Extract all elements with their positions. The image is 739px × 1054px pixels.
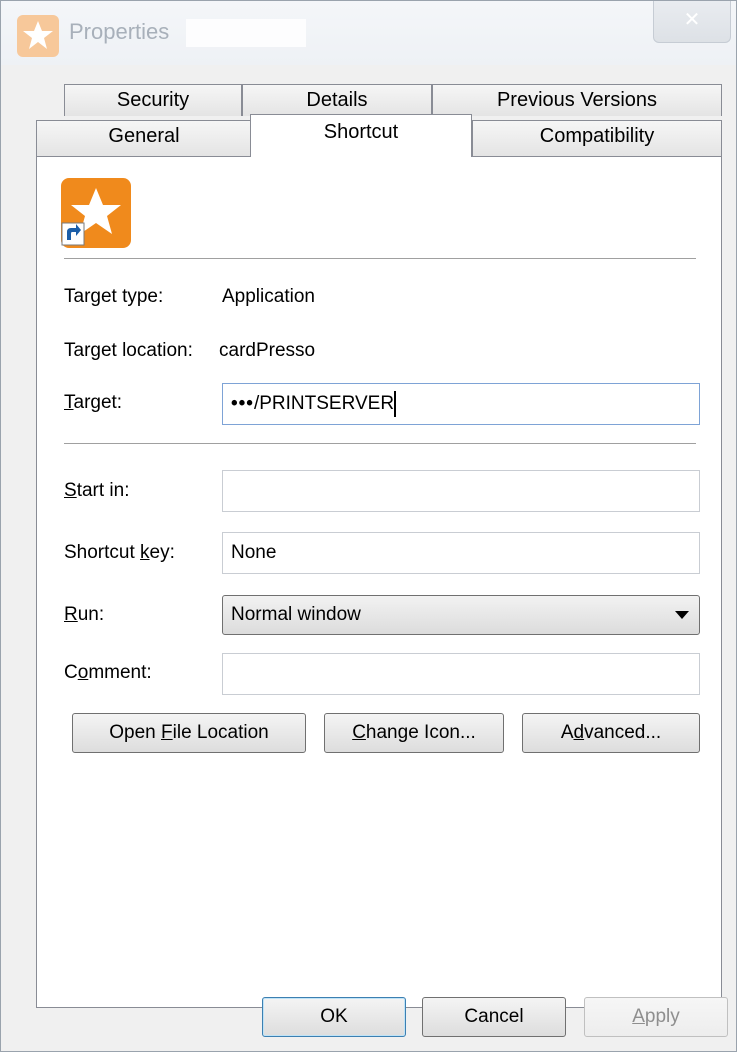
target-type-value: Application (222, 286, 315, 307)
ellipsis-icon: ••• (231, 393, 254, 414)
run-label: Run: (64, 604, 105, 625)
run-select-value: Normal window (231, 604, 361, 625)
tab-label: Compatibility (539, 125, 655, 147)
target-location-label: Target location: (64, 340, 193, 361)
comment-input[interactable] (222, 653, 700, 695)
close-button[interactable]: ✕ (653, 1, 731, 43)
title-redaction (186, 19, 306, 47)
comment-label: Comment: (64, 662, 152, 683)
start-in-input[interactable] (222, 470, 700, 512)
cancel-button[interactable]: Cancel (422, 997, 566, 1037)
shortcut-panel (36, 156, 722, 1008)
start-in-label: Start in: (64, 480, 130, 501)
target-input-value: /PRINTSERVER (253, 393, 395, 414)
tab-label: Security (116, 89, 190, 111)
advanced-button[interactable]: Advanced... (522, 713, 700, 753)
tab-shortcut[interactable]: Shortcut (250, 114, 472, 157)
title-bar[interactable]: Properties ✕ (1, 1, 736, 65)
tab-label: Previous Versions (496, 89, 658, 111)
app-star-icon (17, 15, 59, 57)
chevron-down-icon (675, 611, 689, 619)
tab-label: Details (306, 89, 368, 111)
window-title: Properties (69, 19, 170, 44)
tab-details[interactable]: Details (242, 84, 432, 116)
tab-compatibility[interactable]: Compatibility (472, 120, 722, 156)
apply-button[interactable]: Apply (584, 997, 728, 1037)
tab-security[interactable]: Security (64, 84, 242, 116)
ok-button[interactable]: OK (262, 997, 406, 1037)
shortcut-key-input[interactable]: None (222, 532, 700, 574)
shortcut-key-label: Shortcut key: (64, 542, 175, 563)
target-location-value: cardPresso (219, 340, 316, 361)
target-input[interactable]: •••/PRINTSERVER (222, 383, 700, 425)
close-icon: ✕ (683, 9, 701, 31)
tab-label: Shortcut (323, 121, 399, 143)
target-label: Target: (64, 392, 123, 413)
separator-top (64, 258, 696, 259)
target-type-label: Target type: (64, 286, 164, 307)
separator-middle (64, 443, 696, 444)
open-file-location-button[interactable]: Open File Location (72, 713, 306, 753)
change-icon-button[interactable]: Change Icon... (324, 713, 504, 753)
tab-previous-versions[interactable]: Previous Versions (432, 84, 722, 116)
text-caret (394, 390, 397, 417)
run-select[interactable]: Normal window (222, 595, 700, 635)
tab-label: General (108, 125, 180, 147)
shortcut-key-value: None (231, 542, 277, 563)
tab-general[interactable]: General (36, 120, 252, 156)
shortcut-star-icon (61, 178, 131, 248)
